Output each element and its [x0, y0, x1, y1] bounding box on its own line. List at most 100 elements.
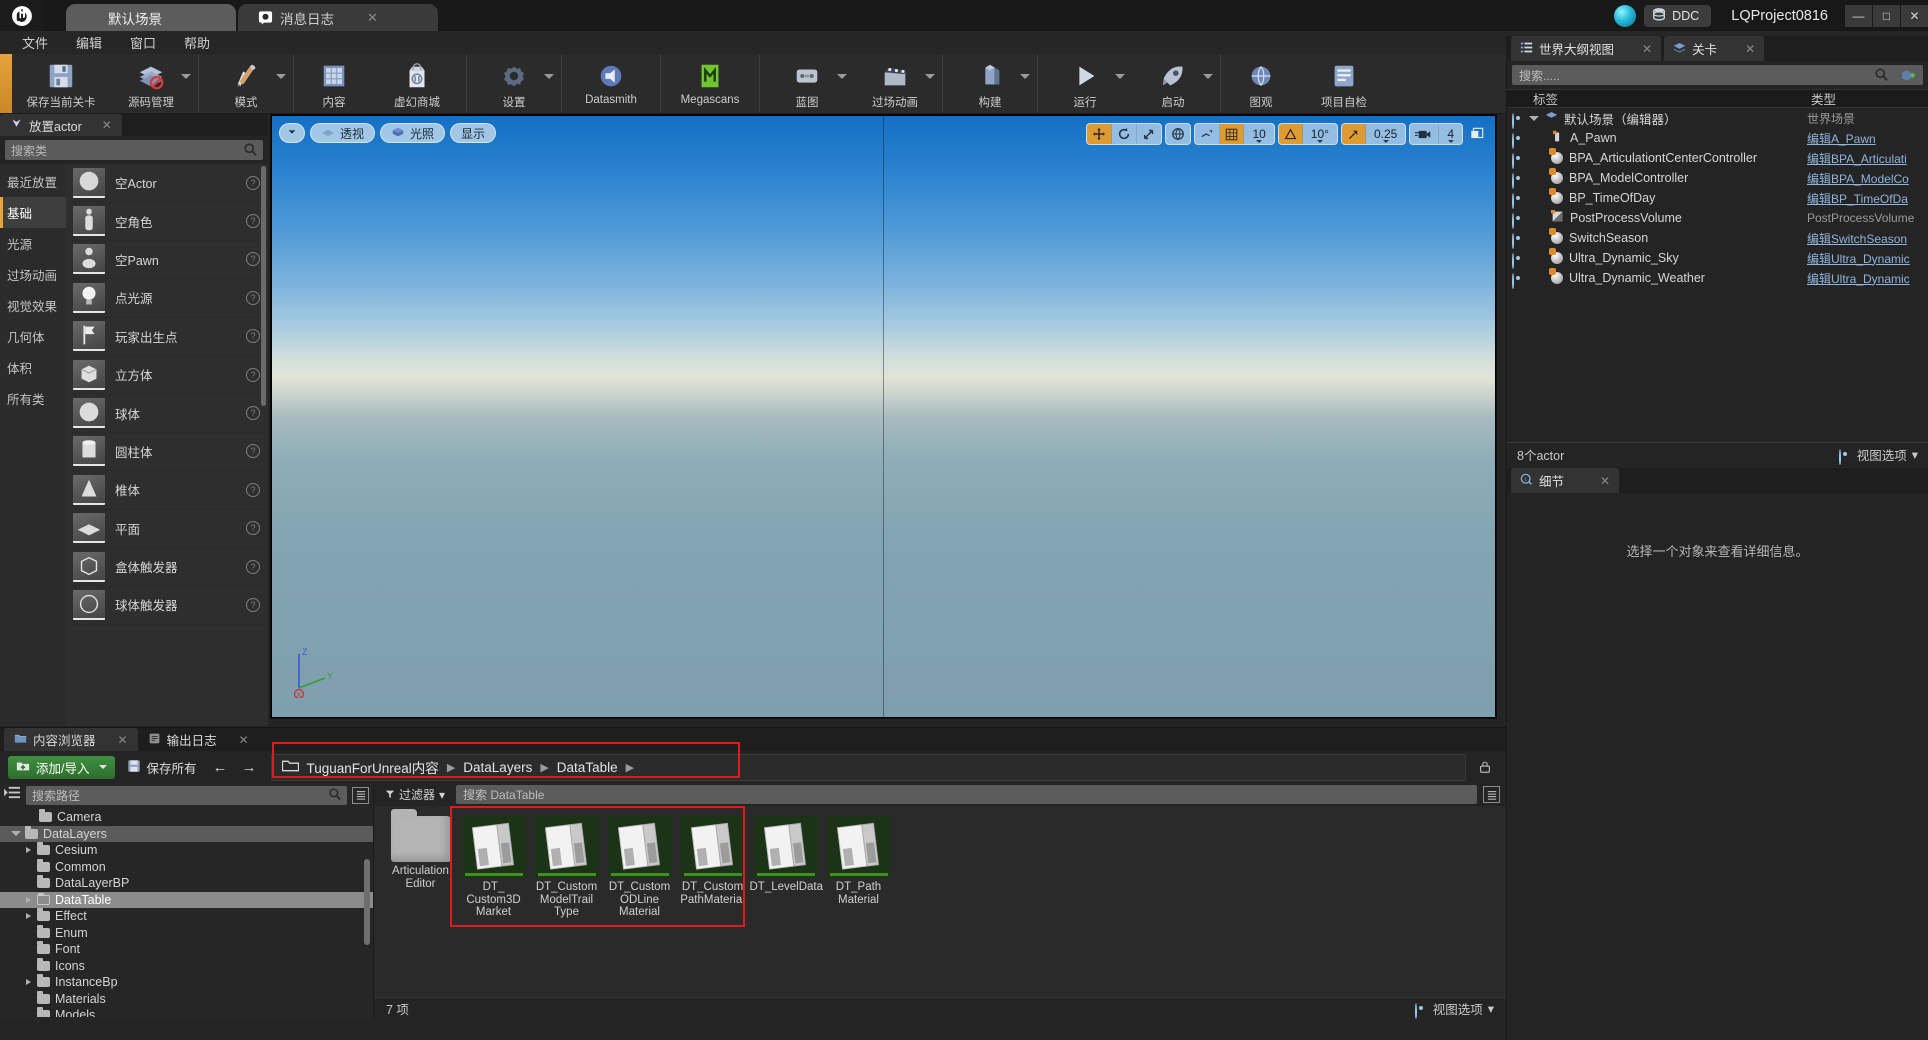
- save-current-level-button[interactable]: 保存当前关卡: [15, 54, 107, 113]
- tree-scrollbar[interactable]: [364, 859, 370, 945]
- breadcrumb-item-0[interactable]: TuguanForUnreal内容: [307, 757, 439, 777]
- viewport-show-button[interactable]: 显示: [450, 123, 497, 143]
- category-all-classes[interactable]: 所有类: [0, 383, 66, 414]
- cinematics-button[interactable]: 过场动画: [851, 54, 939, 113]
- help-icon[interactable]: ?: [246, 597, 260, 612]
- row-type[interactable]: 编辑A_Pawn: [1807, 130, 1928, 147]
- visibility-eye-icon[interactable]: [1507, 152, 1529, 169]
- menu-edit[interactable]: 编辑: [62, 31, 116, 54]
- tab-place-actor[interactable]: 放置actor ✕: [0, 114, 122, 136]
- menu-file[interactable]: 文件: [8, 31, 62, 54]
- list-item[interactable]: 盒体触发器 ?: [66, 548, 268, 587]
- row-type[interactable]: 编辑SwitchSeason: [1807, 230, 1928, 247]
- tree-node[interactable]: Cesium: [0, 842, 373, 859]
- table-row[interactable]: BPA_ModelController 编辑BPA_ModelCo: [1507, 168, 1928, 189]
- chevron-down-icon[interactable]: [1020, 74, 1030, 79]
- megascans-button[interactable]: Megascans: [664, 54, 756, 113]
- category-geometry[interactable]: 几何体: [0, 321, 66, 352]
- close-icon[interactable]: ✕: [118, 733, 128, 747]
- search-input[interactable]: 搜索类: [5, 140, 263, 160]
- edit-link[interactable]: 编辑Ultra_Dynamic: [1807, 252, 1910, 266]
- list-item[interactable]: 圆柱体 ?: [66, 433, 268, 472]
- list-item[interactable]: 球体触发器 ?: [66, 586, 268, 625]
- view-button[interactable]: 图观: [1224, 54, 1298, 113]
- row-type[interactable]: 编辑BPA_ModelCo: [1807, 170, 1928, 187]
- list-item[interactable]: 球体 ?: [66, 394, 268, 433]
- blueprint-button[interactable]: 蓝图: [763, 54, 851, 113]
- viewport-perspective-button[interactable]: 透视: [310, 123, 376, 143]
- row-type[interactable]: 编辑Ultra_Dynamic: [1807, 250, 1928, 267]
- expander-icon[interactable]: [1529, 115, 1539, 121]
- breadcrumb[interactable]: TuguanForUnreal内容 ▶ DataLayers ▶ DataTab…: [270, 753, 1466, 781]
- category-volumes[interactable]: 体积: [0, 352, 66, 383]
- content-view-options-button[interactable]: 视图选项 ▾: [1414, 999, 1494, 1019]
- expander-icon[interactable]: [24, 847, 32, 854]
- translate-tool-button[interactable]: [1087, 124, 1113, 144]
- category-recently-placed[interactable]: 最近放置: [0, 166, 66, 197]
- tree-node[interactable]: Font: [0, 941, 373, 958]
- rotate-tool-button[interactable]: [1112, 124, 1138, 144]
- settings-button[interactable]: 设置: [470, 54, 558, 113]
- category-lights[interactable]: 光源: [0, 228, 66, 259]
- category-basic[interactable]: 基础: [0, 197, 66, 228]
- surface-snap-icon[interactable]: [1195, 124, 1221, 144]
- chevron-down-icon[interactable]: [837, 74, 847, 79]
- list-item[interactable]: 椎体 ?: [66, 471, 268, 510]
- nav-back-button[interactable]: ←: [209, 759, 232, 776]
- chevron-down-icon[interactable]: [181, 74, 191, 79]
- modes-button[interactable]: 模式: [202, 54, 290, 113]
- asset-item[interactable]: DT_Custom ODLine Material: [603, 814, 676, 919]
- row-type[interactable]: 编辑BPA_Articulati: [1807, 150, 1928, 167]
- scale-size-value[interactable]: 0.25: [1366, 124, 1405, 144]
- tab-message-log[interactable]: 消息日志 ✕: [238, 4, 438, 31]
- help-icon[interactable]: ?: [246, 521, 260, 536]
- breadcrumb-item-2[interactable]: DataTable: [557, 760, 618, 775]
- column-label[interactable]: 标签: [1507, 89, 1807, 108]
- help-icon[interactable]: ?: [246, 214, 260, 229]
- chevron-down-icon[interactable]: [544, 74, 554, 79]
- scale-tool-button[interactable]: [1137, 124, 1161, 144]
- collapse-sources-icon[interactable]: [4, 785, 21, 805]
- asset-item[interactable]: DT_Path Material: [822, 814, 895, 906]
- list-item[interactable]: 点光源 ?: [66, 279, 268, 318]
- close-window-button[interactable]: ✕: [1901, 4, 1928, 27]
- tree-node[interactable]: Icons: [0, 957, 373, 975]
- close-icon[interactable]: ✕: [102, 118, 112, 132]
- help-icon[interactable]: ?: [246, 444, 260, 459]
- level-viewport[interactable]: 透视 光照 显示 10 10° 0.25 4 Z Y X: [270, 114, 1497, 719]
- row-type[interactable]: 编辑Ultra_Dynamic: [1807, 270, 1928, 287]
- outliner-view-options-button[interactable]: 视图选项 ▾: [1838, 445, 1918, 465]
- list-scrollbar[interactable]: [261, 166, 266, 406]
- edit-link[interactable]: 编辑A_Pawn: [1807, 132, 1876, 146]
- edit-link[interactable]: 编辑BP_TimeOfDa: [1807, 192, 1908, 206]
- tab-content-browser[interactable]: 内容浏览器 ✕: [4, 728, 138, 751]
- edit-link[interactable]: 编辑SwitchSeason: [1807, 232, 1907, 246]
- tree-node[interactable]: Materials: [0, 990, 373, 1008]
- engine-status-orb[interactable]: [1614, 4, 1637, 27]
- tree-view-options-icon[interactable]: [352, 786, 369, 804]
- visibility-eye-icon[interactable]: [1507, 212, 1529, 229]
- tree-node[interactable]: DataLayers: [0, 825, 373, 842]
- tab-details[interactable]: i 细节 ✕: [1511, 468, 1620, 493]
- minimize-button[interactable]: —: [1845, 4, 1872, 27]
- source-control-button[interactable]: 源码管理: [107, 54, 195, 113]
- table-row[interactable]: PostProcessVolume PostProcessVolume: [1507, 208, 1928, 229]
- maximize-viewport-icon[interactable]: [1466, 123, 1488, 145]
- asset-grid[interactable]: Articulation Editor DT_ Custom3D Market: [384, 809, 1496, 919]
- help-icon[interactable]: ?: [246, 329, 260, 344]
- tab-default-scene[interactable]: 默认场景: [66, 4, 236, 31]
- lock-content-browser-icon[interactable]: [1472, 760, 1498, 774]
- visibility-eye-icon[interactable]: [1507, 252, 1529, 269]
- camera-speed-icon[interactable]: [1410, 124, 1440, 144]
- asset-item-folder[interactable]: Articulation Editor: [384, 809, 457, 890]
- expander-icon[interactable]: [24, 979, 32, 986]
- asset-item[interactable]: DT_ Custom3D Market: [457, 814, 530, 919]
- tab-levels[interactable]: 关卡 ✕: [1664, 36, 1765, 61]
- visibility-eye-icon[interactable]: [1507, 172, 1529, 189]
- tree-node[interactable]: DataLayerBP: [0, 875, 373, 892]
- table-row[interactable]: Ultra_Dynamic_Weather 编辑Ultra_Dynamic: [1507, 268, 1928, 289]
- tree-node[interactable]: InstanceBp: [0, 974, 373, 991]
- marketplace-button[interactable]: 虚幻商城: [371, 54, 463, 113]
- breadcrumb-item-1[interactable]: DataLayers: [463, 760, 532, 775]
- viewport-options-button[interactable]: [279, 123, 305, 143]
